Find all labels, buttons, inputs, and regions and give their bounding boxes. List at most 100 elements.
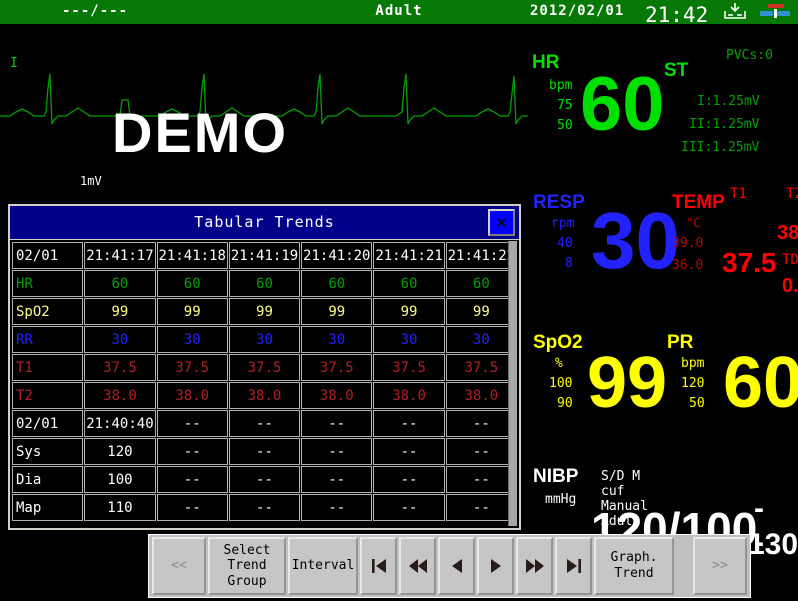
table-cell: 30 (301, 326, 373, 353)
table-cell: -- (156, 466, 228, 493)
spo2-value: 99 (587, 343, 668, 423)
nibp-label: NIBP (533, 466, 579, 487)
table-cell: -- (301, 438, 373, 465)
table-row: T1 37.5 37.5 37.5 37.5 37.5 37.5 (12, 354, 517, 381)
graph-trend-button[interactable]: Graph. Trend (594, 537, 674, 595)
nibp-header-cell: 21:40:40 (84, 410, 156, 437)
tabular-trends-dialog: Tabular Trends × 02/01 21:41:17 21:41:18 21… (8, 204, 521, 530)
dialog-titlebar[interactable]: Tabular Trends × (10, 206, 519, 240)
table-cell: -- (373, 494, 445, 521)
table-cell: 37.5 (445, 354, 517, 381)
pr-limit-high: 120 (681, 376, 705, 391)
table-cell: 37.5 (373, 354, 445, 381)
resp-limit-low: 8 (565, 256, 573, 271)
trend-table: 02/01 21:41:17 21:41:18 21:41:19 21:41:20 21:… (11, 241, 518, 522)
table-cell: 38.0 (156, 382, 228, 409)
pr-label: PR (667, 332, 694, 353)
battery-icon[interactable] (760, 3, 792, 23)
table-row: Dia 100 -- -- -- -- -- (12, 466, 517, 493)
temp-limit-low: 36.0 (672, 258, 704, 273)
resp-value: 30 (591, 196, 680, 285)
table-header-time: 21:41:22 (445, 242, 517, 269)
table-cell: 30 (156, 326, 228, 353)
resp-label: RESP (533, 192, 585, 213)
table-cell: 37.5 (228, 354, 301, 381)
spo2-unit: % (555, 356, 563, 371)
table-cell: 99 (373, 298, 445, 325)
temp-label: TEMP (672, 192, 725, 213)
step-back-icon[interactable] (438, 537, 475, 595)
table-header-time: 21:41:19 (228, 242, 301, 269)
table-header-row: 02/01 21:41:17 21:41:18 21:41:19 21:41:20 21:… (12, 242, 517, 269)
table-cell: 99 (445, 298, 517, 325)
print-export-icon[interactable] (722, 2, 748, 24)
trend-toolbar: << Select Trend Group Interval Graph. Tr… (148, 534, 751, 598)
table-cell: 38.0 (373, 382, 445, 409)
hr-unit: bpm (549, 78, 573, 93)
pr-value: 60 (723, 343, 798, 423)
dialog-title: Tabular Trends (194, 213, 335, 231)
nibp-header-cell: -- (301, 410, 373, 437)
next-page-button[interactable]: >> (693, 537, 747, 595)
table-header-time: 21:41:20 (301, 242, 373, 269)
table-cell: 30 (445, 326, 517, 353)
first-page-icon[interactable] (360, 537, 397, 595)
pvcs-value: PVCs:0 (726, 48, 773, 63)
st-lead-ii-value: II:1.25mV (689, 117, 760, 132)
temp-td-value: 0.5 (782, 275, 798, 297)
table-header-date: 02/01 (12, 242, 84, 269)
table-cell: -- (373, 466, 445, 493)
st-lead-iii-value: III:1.25mV (681, 140, 760, 155)
hr-limit-low: 50 (557, 118, 573, 133)
table-cell: 60 (373, 270, 445, 297)
table-row-label: RR (12, 326, 84, 353)
table-cell: -- (228, 438, 301, 465)
table-row-label: T1 (12, 354, 84, 381)
status-bar: ---/--- Adult 2012/02/01 21:42 (0, 0, 798, 27)
dialog-scrollbar[interactable] (508, 241, 517, 526)
nibp-header-cell: -- (373, 410, 445, 437)
temp-t2-label: T2 (786, 186, 798, 202)
temp-limit-high: 39.0 (672, 236, 704, 251)
pr-limit-low: 50 (689, 396, 705, 411)
interval-button[interactable]: Interval (288, 537, 358, 595)
table-row: Sys 120 -- -- -- -- -- (12, 438, 517, 465)
table-cell: -- (301, 494, 373, 521)
table-row-label: Dia (12, 466, 84, 493)
table-cell: 38.0 (301, 382, 373, 409)
nibp-map-value: 130 (748, 528, 798, 561)
table-cell: 38.0 (84, 382, 156, 409)
nibp-header-cell: -- (445, 410, 517, 437)
table-row-label: SpO2 (12, 298, 84, 325)
table-cell: -- (228, 466, 301, 493)
table-cell: -- (445, 466, 517, 493)
nibp-header-cell: -- (228, 410, 301, 437)
table-cell: 30 (373, 326, 445, 353)
table-cell: -- (445, 438, 517, 465)
table-cell: 38.0 (228, 382, 301, 409)
table-cell: 99 (228, 298, 301, 325)
table-cell: 37.5 (84, 354, 156, 381)
select-trend-group-button[interactable]: Select Trend Group (208, 537, 286, 595)
nibp-header-row: 02/01 21:40:40 -- -- -- -- -- (12, 410, 517, 437)
table-cell: -- (228, 494, 301, 521)
table-row-label: T2 (12, 382, 84, 409)
temp-unit: °C (686, 216, 701, 230)
last-page-icon[interactable] (555, 537, 592, 595)
table-cell: -- (301, 466, 373, 493)
table-header-time: 21:41:17 (84, 242, 156, 269)
temp-t1-label: T1 (730, 186, 747, 202)
resp-unit: rpm (551, 216, 575, 231)
table-cell: 37.5 (156, 354, 228, 381)
hr-limit-high: 75 (557, 98, 573, 113)
hr-label: HR (532, 52, 560, 73)
fast-forward-icon[interactable] (516, 537, 553, 595)
previous-page-button[interactable]: << (152, 537, 206, 595)
table-cell: 30 (228, 326, 301, 353)
fast-rewind-icon[interactable] (399, 537, 436, 595)
table-row: RR 30 30 30 30 30 30 (12, 326, 517, 353)
table-cell: -- (373, 438, 445, 465)
table-cell: 60 (445, 270, 517, 297)
close-icon[interactable]: × (488, 209, 515, 236)
step-forward-icon[interactable] (477, 537, 514, 595)
